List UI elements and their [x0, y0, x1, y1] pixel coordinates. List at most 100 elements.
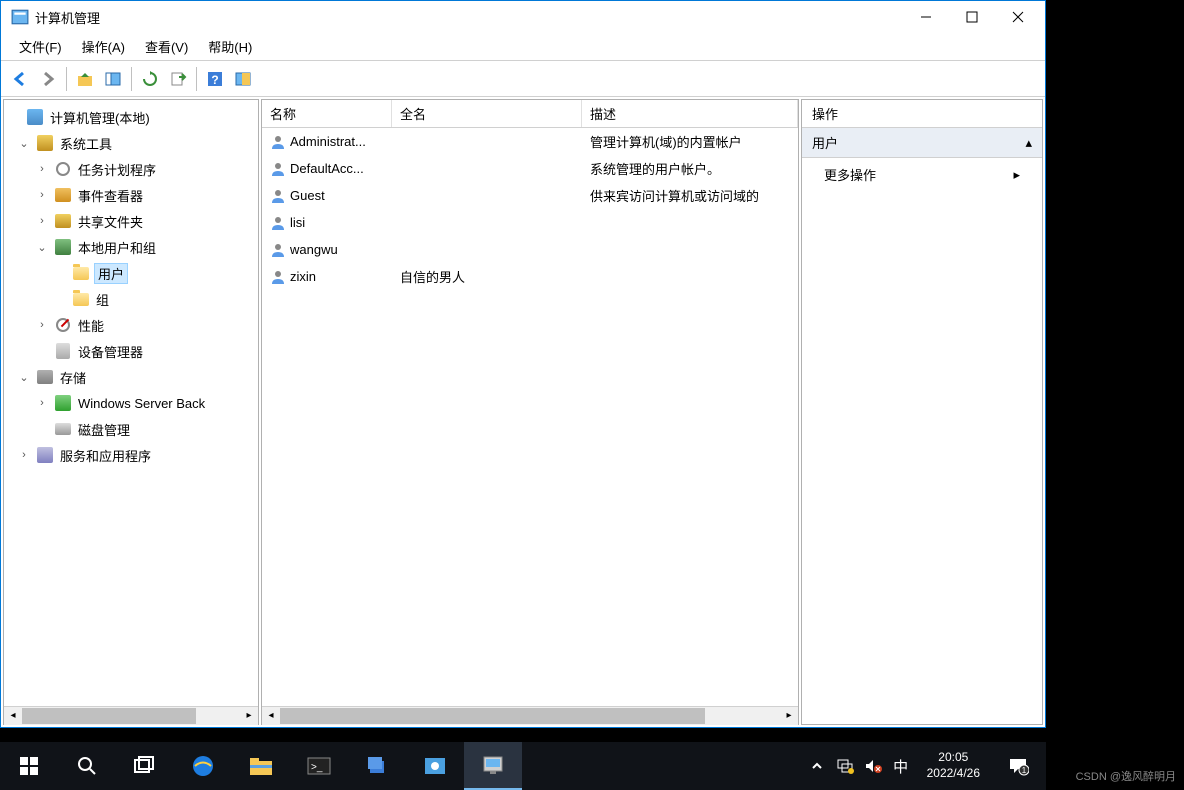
list-row[interactable]: wangwu	[262, 236, 798, 263]
toolbar: ?	[1, 61, 1045, 97]
disk-icon	[54, 420, 72, 438]
action-center-button[interactable]: 1	[996, 756, 1040, 776]
tree-performance[interactable]: › 性能	[6, 312, 256, 338]
actions-more[interactable]: 更多操作 ▸	[802, 158, 1042, 191]
back-button[interactable]	[7, 66, 33, 92]
list-body: Administrat...管理计算机(域)的内置帐户DefaultAcc...…	[262, 128, 798, 706]
expand-icon[interactable]: ›	[34, 163, 50, 175]
cell-name: Guest	[262, 188, 392, 204]
backup-icon	[54, 394, 72, 412]
services-icon	[36, 446, 54, 464]
system-tray: 中 20:05 2022/4/26 1	[801, 742, 1046, 790]
collapse-icon[interactable]: ⌄	[16, 371, 32, 384]
start-button[interactable]	[0, 742, 58, 790]
tree-label: 性能	[76, 315, 106, 336]
expand-icon[interactable]: ›	[16, 449, 32, 461]
refresh-button[interactable]	[137, 66, 163, 92]
tree-system-tools[interactable]: ⌄ 系统工具	[6, 130, 256, 156]
tree-storage[interactable]: ⌄ 存储	[6, 364, 256, 390]
toolbar-separator	[66, 67, 67, 91]
list-row[interactable]: Guest供来宾访问计算机或访问域的	[262, 182, 798, 209]
forward-button[interactable]	[35, 66, 61, 92]
collapse-icon[interactable]: ⌄	[16, 137, 32, 150]
task-view-button[interactable]	[116, 742, 174, 790]
actions-panel: 操作 用户 ▴ 更多操作 ▸	[801, 99, 1043, 725]
scroll-right-icon[interactable]: ▸	[780, 707, 798, 725]
tree-users[interactable]: 用户	[6, 260, 256, 286]
tree-event-viewer[interactable]: › 事件查看器	[6, 182, 256, 208]
help-button[interactable]: ?	[202, 66, 228, 92]
scroll-track[interactable]	[22, 707, 240, 725]
collapse-icon[interactable]: ⌄	[34, 241, 50, 254]
users-groups-icon	[54, 238, 72, 256]
tree-disk-management[interactable]: 磁盘管理	[6, 416, 256, 442]
list-row[interactable]: Administrat...管理计算机(域)的内置帐户	[262, 128, 798, 155]
actions-header: 操作	[802, 100, 1042, 128]
taskbar-control-panel[interactable]	[406, 742, 464, 790]
tree-services-apps[interactable]: › 服务和应用程序	[6, 442, 256, 468]
taskbar-cmd[interactable]: >_	[290, 742, 348, 790]
tray-network-icon[interactable]	[835, 756, 855, 776]
expand-icon[interactable]: ›	[34, 319, 50, 331]
tray-volume-icon[interactable]	[863, 756, 883, 776]
minimize-button[interactable]	[903, 1, 949, 33]
submenu-arrow-icon: ▸	[1013, 167, 1020, 183]
list-row[interactable]: DefaultAcc...系统管理的用户帐户。	[262, 155, 798, 182]
tray-ime[interactable]: 中	[891, 756, 911, 776]
taskbar-clock[interactable]: 20:05 2022/4/26	[919, 750, 988, 781]
tree-task-scheduler[interactable]: › 任务计划程序	[6, 156, 256, 182]
svg-text:?: ?	[211, 73, 218, 87]
tree-label: 用户	[94, 263, 128, 284]
device-manager-icon	[54, 342, 72, 360]
menu-action[interactable]: 操作(A)	[72, 33, 135, 60]
column-fullname[interactable]: 全名	[392, 100, 582, 127]
user-icon	[270, 134, 286, 150]
expand-icon[interactable]: ›	[34, 397, 50, 409]
tray-overflow-icon[interactable]	[807, 756, 827, 776]
tree-shared-folders[interactable]: › 共享文件夹	[6, 208, 256, 234]
tree-hscrollbar[interactable]: ◂ ▸	[4, 706, 258, 724]
tree-local-users-groups[interactable]: ⌄ 本地用户和组	[6, 234, 256, 260]
menu-file[interactable]: 文件(F)	[9, 33, 72, 60]
user-icon	[270, 215, 286, 231]
show-hide-button[interactable]	[100, 66, 126, 92]
close-button[interactable]	[995, 1, 1041, 33]
tree-root[interactable]: 计算机管理(本地)	[6, 104, 256, 130]
tree-label: Windows Server Back	[76, 395, 207, 412]
content-area: 计算机管理(本地) ⌄ 系统工具 › 任务计划程序 › 事件查看器	[1, 97, 1045, 727]
tree-groups[interactable]: 组	[6, 286, 256, 312]
shared-folders-icon	[54, 212, 72, 230]
clock-time: 20:05	[927, 750, 980, 766]
properties-button[interactable]	[230, 66, 256, 92]
taskbar-explorer[interactable]	[232, 742, 290, 790]
cell-fullname: 自信的男人	[392, 267, 582, 286]
clock-date: 2022/4/26	[927, 766, 980, 782]
menu-help[interactable]: 帮助(H)	[198, 33, 262, 60]
search-button[interactable]	[58, 742, 116, 790]
taskbar-ie[interactable]	[174, 742, 232, 790]
taskbar-computer-management[interactable]	[464, 742, 522, 790]
list-row[interactable]: zixin自信的男人	[262, 263, 798, 290]
scroll-left-icon[interactable]: ◂	[262, 707, 280, 725]
tree-device-manager[interactable]: 设备管理器	[6, 338, 256, 364]
expand-icon[interactable]: ›	[34, 215, 50, 227]
menubar: 文件(F) 操作(A) 查看(V) 帮助(H)	[1, 33, 1045, 61]
scroll-track[interactable]	[280, 707, 780, 725]
storage-icon	[36, 368, 54, 386]
column-description[interactable]: 描述	[582, 100, 798, 127]
scroll-left-icon[interactable]: ◂	[4, 707, 22, 725]
taskbar-server-manager[interactable]	[348, 742, 406, 790]
menu-view[interactable]: 查看(V)	[135, 33, 198, 60]
list-row[interactable]: lisi	[262, 209, 798, 236]
user-icon	[270, 188, 286, 204]
tree-windows-server-backup[interactable]: › Windows Server Back	[6, 390, 256, 416]
maximize-button[interactable]	[949, 1, 995, 33]
folder-icon	[72, 290, 90, 308]
column-name[interactable]: 名称	[262, 100, 392, 127]
up-button[interactable]	[72, 66, 98, 92]
export-button[interactable]	[165, 66, 191, 92]
expand-icon[interactable]: ›	[34, 189, 50, 201]
scroll-right-icon[interactable]: ▸	[240, 707, 258, 725]
actions-group-users[interactable]: 用户 ▴	[802, 128, 1042, 158]
list-hscrollbar[interactable]: ◂ ▸	[262, 706, 798, 724]
